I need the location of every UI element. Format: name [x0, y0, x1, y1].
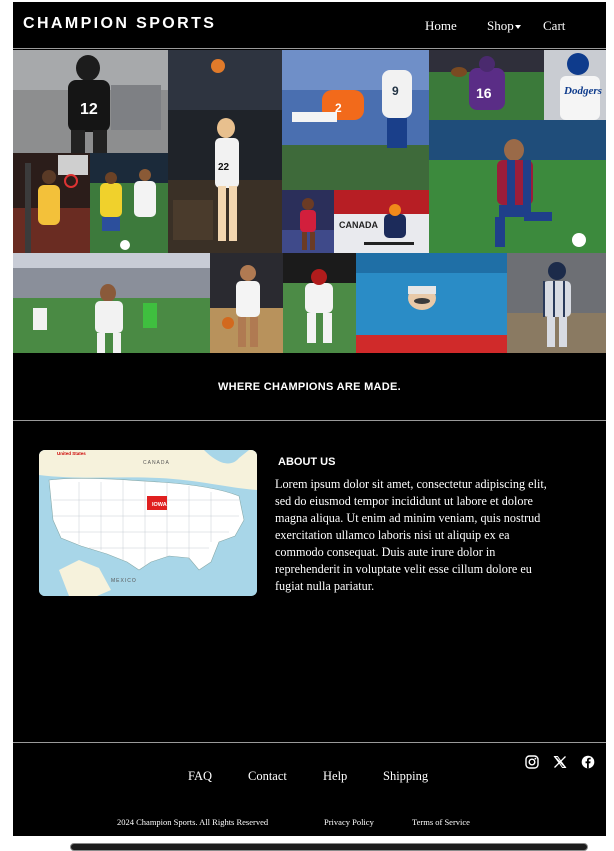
page-container: CHAMPION SPORTS Home Shop Cart 12 22 29 … [13, 2, 606, 836]
basketball-shooter-22-photo: 22 [168, 50, 282, 253]
about-title: ABOUT US [278, 456, 336, 468]
basketball-dunk-photo [13, 153, 90, 253]
baseball-dodgers-photo: Dodgers [544, 50, 606, 120]
header-divider [13, 48, 606, 49]
football-player-12-photo: 12 [13, 50, 168, 153]
soccer-player-barcelona-photo [429, 120, 606, 253]
nav-shop-dropdown[interactable]: Shop [487, 18, 521, 34]
football-player-16-photo: 16 [429, 50, 544, 120]
nav-shop-label: Shop [487, 18, 514, 33]
svg-text:9: 9 [392, 84, 399, 98]
nav-home-link[interactable]: Home [425, 18, 457, 34]
instagram-icon[interactable] [525, 755, 539, 769]
svg-text:16: 16 [476, 85, 492, 101]
footer-faq-link[interactable]: FAQ [188, 769, 212, 784]
baseball-yankees-photo [507, 253, 606, 353]
map-highlight-label: IOWA [152, 502, 167, 508]
footer-shipping-link[interactable]: Shipping [383, 769, 428, 784]
tagline: WHERE CHAMPIONS ARE MADE. [217, 381, 402, 393]
horizontal-scrollbar[interactable] [70, 843, 588, 851]
facebook-icon[interactable] [581, 755, 595, 769]
nav-cart-link[interactable]: Cart [543, 18, 565, 34]
chevron-down-icon [514, 25, 521, 30]
us-map-image: IOWA United States CANADA MEXICO [39, 450, 257, 596]
swimmer-photo [356, 253, 507, 353]
map-heading: United States [57, 451, 86, 456]
map-canada-label: CANADA [143, 460, 170, 466]
soccer-women-photo [90, 153, 168, 253]
hero-collage: 12 22 29 16 Dodgers 18 [13, 50, 606, 353]
svg-text:12: 12 [80, 101, 98, 118]
footer-divider [13, 742, 606, 743]
football-tackle-photo [283, 253, 356, 353]
x-icon[interactable] [553, 755, 567, 769]
soccer-stadium-photo [13, 253, 210, 353]
site-header: CHAMPION SPORTS Home Shop Cart [13, 2, 606, 49]
about-text: Lorem ipsum dolor sit amet, consectetur … [275, 477, 547, 593]
copyright-text: 2024 Champion Sports. All Rights Reserve… [117, 817, 269, 827]
svg-text:CANADA: CANADA [339, 220, 378, 230]
footer-contact-link[interactable]: Contact [248, 769, 287, 784]
svg-text:22: 22 [218, 162, 230, 173]
privacy-policy-link[interactable]: Privacy Policy [324, 817, 374, 827]
tennis-player-photo [282, 190, 334, 253]
svg-text:Dodgers: Dodgers [563, 85, 602, 97]
football-runner-2-photo: 29 [282, 50, 429, 190]
site-logo[interactable]: CHAMPION SPORTS [23, 15, 216, 33]
terms-of-service-link[interactable]: Terms of Service [412, 817, 470, 827]
map-mexico-label: MEXICO [111, 578, 137, 584]
hockey-player-photo: CANADA [334, 190, 429, 253]
basketball-guard-photo [210, 253, 283, 353]
footer-help-link[interactable]: Help [323, 769, 347, 784]
section-divider [13, 420, 606, 421]
